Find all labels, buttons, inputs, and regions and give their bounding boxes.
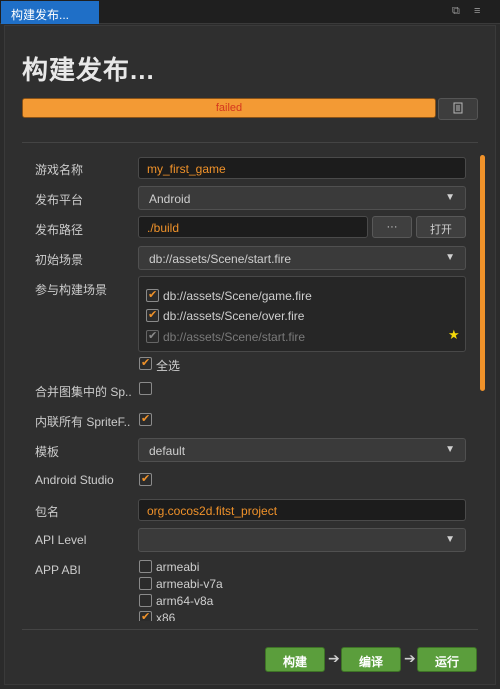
arrow-right-icon: ➔ — [328, 650, 340, 666]
progress-status-text: failed — [215, 102, 243, 114]
abi-armeabi-label: armeabi — [156, 560, 200, 574]
platform-value: Android — [149, 192, 191, 206]
inline-spriteframes-label: 内联所有 SpriteF.. — [35, 415, 131, 429]
restore-icon[interactable]: ⧉ — [452, 5, 460, 17]
chevron-down-icon: ▼ — [445, 252, 455, 263]
select-all-checkbox[interactable] — [139, 356, 152, 370]
chevron-down-icon: ▼ — [445, 444, 455, 455]
package-name-input[interactable]: org.cocos2d.fitst_project — [138, 499, 466, 521]
template-label: 模板 — [35, 445, 60, 459]
platform-label: 发布平台 — [35, 193, 84, 207]
run-button[interactable]: 运行 — [417, 647, 477, 672]
open-build-folder-button[interactable] — [438, 98, 478, 120]
scene-start-label: db://assets/Scene/start.fire — [163, 330, 306, 344]
build-progress-bar: failed — [22, 98, 436, 118]
start-scene-value: db://assets/Scene/start.fire — [149, 252, 292, 266]
api-level-select[interactable]: ▼ — [138, 528, 466, 552]
build-path-input[interactable]: ./build — [138, 216, 368, 238]
divider — [22, 142, 478, 143]
android-studio-label: Android Studio — [35, 473, 114, 487]
scene-over-checkbox[interactable] — [146, 308, 159, 322]
star-icon: ★ — [448, 327, 460, 342]
abi-arm64-v8a-checkbox[interactable] — [139, 594, 152, 607]
tab-build-publish[interactable]: 构建发布... — [1, 1, 99, 24]
app-abi-label: APP ABI — [35, 563, 81, 577]
scene-over-label: db://assets/Scene/over.fire — [163, 309, 305, 323]
build-button[interactable]: 构建 — [265, 647, 325, 672]
abi-armeabi-checkbox[interactable] — [139, 560, 152, 573]
abi-arm64-v8a-label: arm64-v8a — [156, 594, 214, 608]
menu-icon[interactable]: ≡ — [474, 5, 480, 17]
compile-button[interactable]: 编译 — [341, 647, 401, 672]
browse-path-button[interactable]: ··· — [372, 216, 412, 238]
arrow-right-icon: ➔ — [404, 650, 416, 666]
platform-select[interactable]: Android ▼ — [138, 186, 466, 210]
abi-x86-row-clip: x86 — [130, 610, 470, 621]
abi-armeabi-v7a-checkbox[interactable] — [139, 577, 152, 590]
start-scene-select[interactable]: db://assets/Scene/start.fire ▼ — [138, 246, 466, 270]
chevron-down-icon: ▼ — [445, 534, 455, 545]
start-scene-label: 初始场景 — [35, 253, 84, 267]
api-level-label: API Level — [35, 533, 87, 547]
build-path-label: 发布路径 — [35, 223, 84, 237]
abi-armeabi-v7a-label: armeabi-v7a — [156, 577, 223, 591]
open-path-button[interactable]: 打开 — [416, 216, 466, 238]
abi-x86-label: x86 — [156, 611, 176, 621]
scene-game-label: db://assets/Scene/game.fire — [163, 289, 312, 303]
divider — [22, 629, 478, 630]
build-scenes-label: 参与构建场景 — [35, 283, 108, 297]
template-select[interactable]: default ▼ — [138, 438, 466, 462]
folder-icon — [453, 102, 463, 114]
android-studio-checkbox[interactable] — [139, 472, 152, 486]
page-title: 构建发布... — [22, 55, 155, 85]
game-name-input[interactable]: my_first_game — [138, 157, 466, 179]
template-value: default — [149, 444, 186, 458]
tab-bar: 构建发布... ⧉ ≡ — [0, 0, 500, 24]
select-all-label: 全选 — [156, 359, 181, 373]
build-panel — [4, 25, 496, 685]
scene-start-checkbox — [146, 329, 159, 343]
scene-game-checkbox[interactable] — [146, 288, 159, 302]
merge-atlas-checkbox[interactable] — [139, 382, 152, 395]
scrollbar[interactable] — [480, 155, 485, 391]
inline-spriteframes-checkbox[interactable] — [139, 412, 152, 426]
abi-x86-checkbox[interactable] — [139, 610, 152, 621]
game-name-label: 游戏名称 — [35, 163, 84, 177]
merge-atlas-label: 合并图集中的 Sp.. — [35, 385, 132, 399]
chevron-down-icon: ▼ — [445, 192, 455, 203]
package-name-label: 包名 — [35, 505, 60, 519]
